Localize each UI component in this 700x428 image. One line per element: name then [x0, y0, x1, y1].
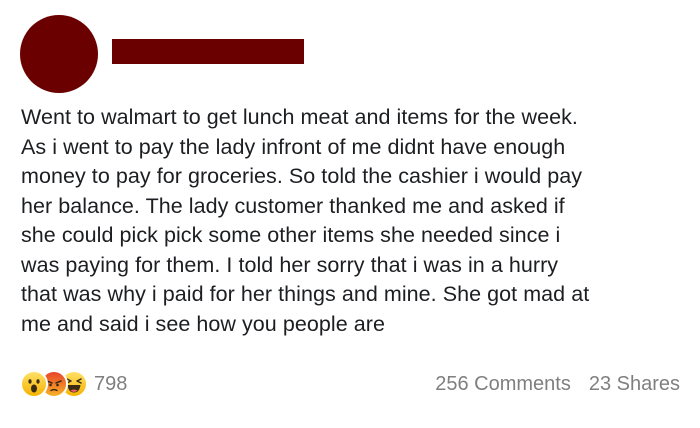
- reactions-summary[interactable]: 798: [20, 368, 127, 400]
- facebook-post: Went to walmart to get lunch meat and it…: [0, 0, 700, 428]
- redacted-avatar[interactable]: [20, 15, 98, 93]
- post-stats: 256 Comments 23 Shares: [435, 368, 680, 400]
- post-footer: 798 256 Comments 23 Shares: [20, 368, 680, 400]
- post-body-text: Went to walmart to get lunch meat and it…: [21, 105, 590, 336]
- redacted-author-name[interactable]: [112, 39, 304, 64]
- shares-count-link[interactable]: 23 Shares: [589, 373, 680, 396]
- wow-reaction-icon: [20, 370, 48, 398]
- reaction-count: 798: [94, 372, 128, 395]
- comments-count-link[interactable]: 256 Comments: [435, 373, 571, 396]
